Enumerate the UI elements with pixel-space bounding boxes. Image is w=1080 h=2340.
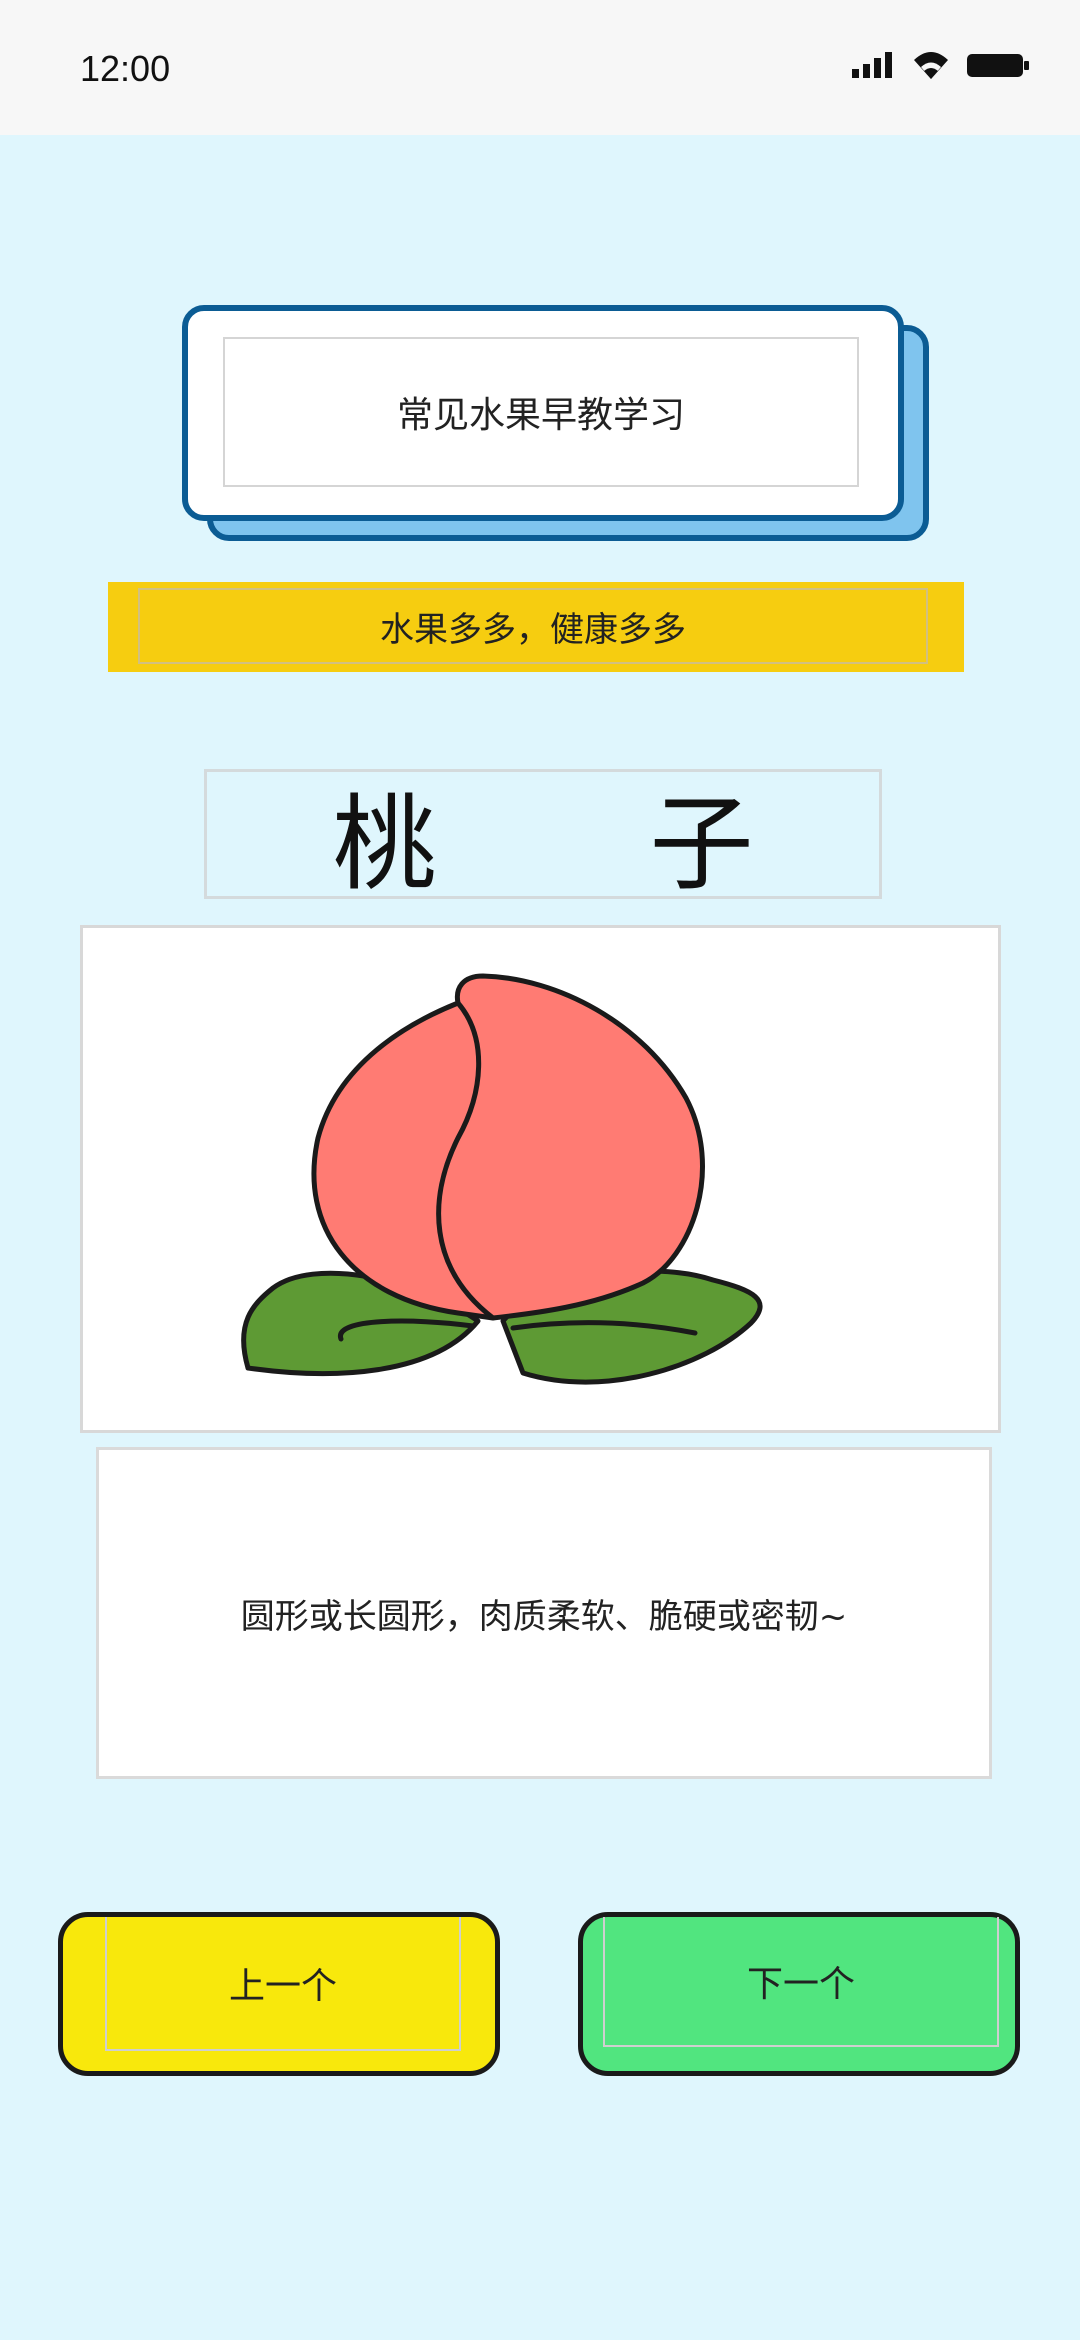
slogan-banner: 水果多多，健康多多 <box>108 582 964 672</box>
fruit-name: 桃 子 <box>204 769 882 905</box>
peach-illustration <box>241 973 763 1385</box>
status-icons <box>850 50 1030 80</box>
wifi-icon <box>914 52 948 79</box>
next-button[interactable]: 下一个 <box>578 1912 1020 2076</box>
status-bar: 12:00 <box>0 0 1080 135</box>
page-title: 常见水果早教学习 <box>223 337 859 487</box>
battery-icon <box>967 54 1029 77</box>
fruit-image-box <box>80 925 1001 1433</box>
prev-button-label: 上一个 <box>105 1917 461 2051</box>
next-button-label: 下一个 <box>603 1917 999 2047</box>
title-card: 常见水果早教学习 <box>182 305 904 521</box>
slogan-text: 水果多多，健康多多 <box>138 588 928 664</box>
status-time: 12:00 <box>80 48 171 89</box>
prev-button[interactable]: 上一个 <box>58 1912 500 2076</box>
fruit-description: 圆形或长圆形，肉质柔软、脆硬或密韧~ <box>96 1447 992 1779</box>
signal-icon <box>852 52 892 78</box>
